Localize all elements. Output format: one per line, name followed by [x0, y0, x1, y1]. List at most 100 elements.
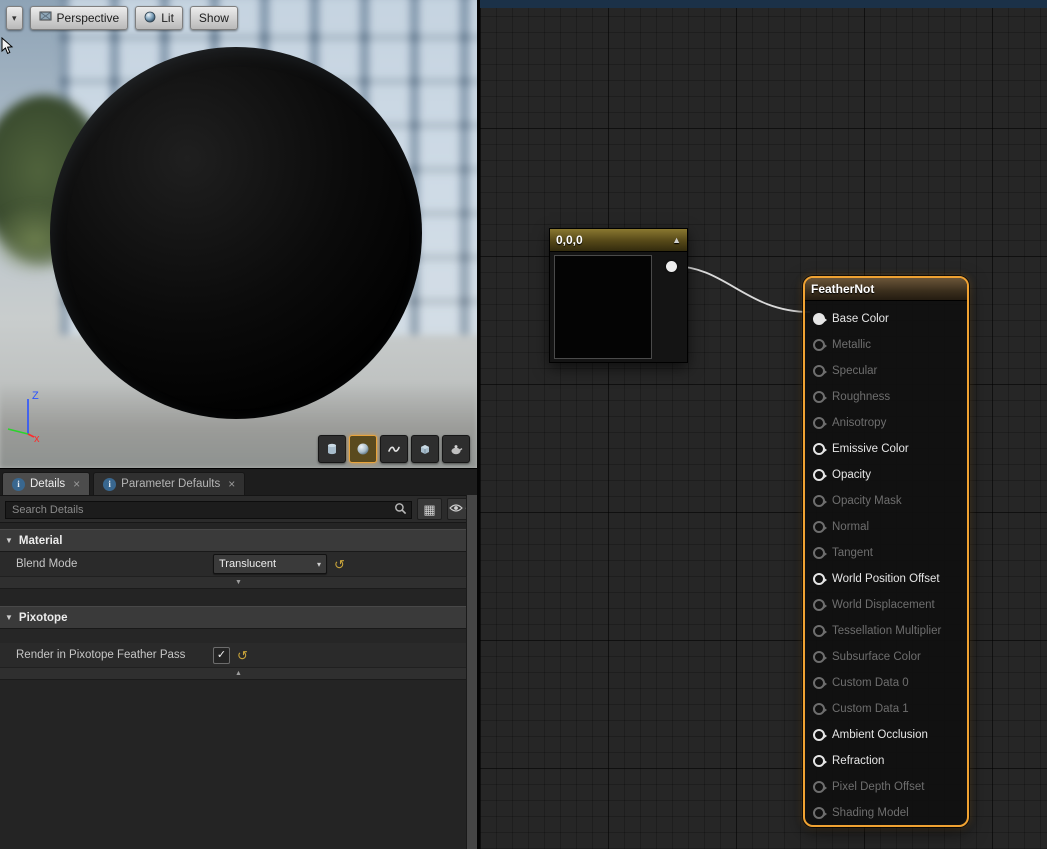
pin-label: Metallic [832, 339, 871, 351]
expander-up-icon: ▲ [235, 670, 242, 677]
preview-mesh-sphere-button[interactable] [349, 435, 377, 463]
search-details-input[interactable] [5, 501, 412, 519]
tab-details-label: Details [30, 478, 65, 490]
axis-gizmo: Z x [4, 387, 56, 448]
material-pin-base-color[interactable]: Base Color [813, 306, 967, 332]
output-node-pins: Base Color Metallic Specular Roughness Aniso… [805, 301, 967, 826]
material-pin-subsurface-color[interactable]: Subsurface Color [813, 644, 967, 670]
feather-pass-checkbox[interactable]: ✓ [213, 647, 230, 664]
preview-mesh-cylinder-button[interactable] [318, 435, 346, 463]
info-icon: i [103, 478, 116, 491]
section-header-pixotope[interactable]: ▼ Pixotope [0, 606, 477, 629]
material-pin-world-position-offset[interactable]: World Position Offset [813, 566, 967, 592]
feather-pass-label: Render in Pixotope Feather Pass [0, 649, 213, 661]
collapse-node-icon[interactable]: ▲ [672, 235, 681, 245]
output-node-header[interactable]: FeatherNot [805, 278, 967, 301]
material-output-node[interactable]: FeatherNot Base Color Metallic Specular Rou… [803, 276, 969, 827]
constant-output-pin[interactable] [666, 261, 677, 272]
pin-icon[interactable] [813, 703, 825, 715]
constant-node-header[interactable]: 0,0,0 ▲ [550, 229, 687, 252]
material-pin-tangent[interactable]: Tangent [813, 540, 967, 566]
material-pin-specular[interactable]: Specular [813, 358, 967, 384]
pin-icon[interactable] [813, 599, 825, 611]
reset-to-default-icon[interactable]: ↺ [334, 558, 345, 571]
perspective-icon [39, 11, 52, 25]
perspective-button[interactable]: Perspective [30, 6, 129, 30]
section-header-material[interactable]: ▼ Material [0, 529, 477, 552]
pin-icon[interactable] [813, 495, 825, 507]
pin-label: Roughness [832, 391, 890, 403]
property-matrix-button[interactable]: ▦ [417, 498, 442, 520]
pin-icon[interactable] [813, 781, 825, 793]
pin-icon[interactable] [813, 677, 825, 689]
pin-icon[interactable] [813, 469, 825, 481]
constant-node-title: 0,0,0 [556, 233, 583, 247]
pixotope-section-label: Pixotope [19, 612, 68, 624]
material-pin-tessellation-multiplier[interactable]: Tessellation Multiplier [813, 618, 967, 644]
advanced-expander[interactable]: ▼ [0, 577, 477, 589]
pin-icon[interactable] [813, 391, 825, 403]
viewport-panel[interactable]: ▾ Perspective Lit Show [0, 0, 477, 468]
spacer-row [0, 629, 477, 643]
constant-color-node[interactable]: 0,0,0 ▲ [549, 228, 688, 363]
pin-label: Emissive Color [832, 443, 909, 455]
blend-mode-label: Blend Mode [0, 558, 213, 570]
preview-mesh-teapot-button[interactable] [442, 435, 470, 463]
pin-label: Tangent [832, 547, 873, 559]
pin-label: World Displacement [832, 599, 935, 611]
pin-icon[interactable] [813, 729, 825, 741]
pin-icon[interactable] [813, 365, 825, 377]
material-pin-opacity[interactable]: Opacity [813, 462, 967, 488]
close-icon[interactable]: × [228, 478, 235, 490]
details-scrollbar[interactable] [466, 495, 477, 849]
pin-icon[interactable] [813, 547, 825, 559]
expand-triangle-icon: ▼ [5, 536, 13, 545]
pin-icon[interactable] [813, 625, 825, 637]
material-pin-roughness[interactable]: Roughness [813, 384, 967, 410]
material-pin-metallic[interactable]: Metallic [813, 332, 967, 358]
pin-icon[interactable] [813, 417, 825, 429]
material-pin-normal[interactable]: Normal [813, 514, 967, 540]
material-preview-sphere[interactable] [50, 47, 422, 419]
pin-label: Shading Model [832, 807, 909, 819]
close-icon[interactable]: × [73, 478, 80, 490]
pin-label: Pixel Depth Offset [832, 781, 924, 793]
pin-icon[interactable] [813, 755, 825, 767]
show-menu-button[interactable]: Show [190, 6, 238, 30]
material-pin-custom-data-1[interactable]: Custom Data 1 [813, 696, 967, 722]
pin-label: Custom Data 1 [832, 703, 909, 715]
color-swatch[interactable] [554, 255, 652, 359]
expander-down-icon: ▼ [235, 579, 242, 586]
preview-mesh-plane-button[interactable] [380, 435, 408, 463]
material-pin-anisotropy[interactable]: Anisotropy [813, 410, 967, 436]
pin-icon[interactable] [813, 651, 825, 663]
viewport-toolbar: ▾ Perspective Lit Show [6, 6, 238, 30]
lit-mode-button[interactable]: Lit [135, 6, 183, 30]
reset-to-default-icon[interactable]: ↺ [237, 649, 248, 662]
material-graph-panel[interactable]: 0,0,0 ▲ FeatherNot Base Color Metallic Spe… [480, 0, 1047, 849]
pin-icon[interactable] [813, 573, 825, 585]
pin-label: World Position Offset [832, 573, 940, 585]
pin-icon[interactable] [813, 443, 825, 455]
material-pin-emissive-color[interactable]: Emissive Color [813, 436, 967, 462]
pin-icon[interactable] [813, 807, 825, 819]
material-pin-world-displacement[interactable]: World Displacement [813, 592, 967, 618]
material-pin-pixel-depth-offset[interactable]: Pixel Depth Offset [813, 774, 967, 800]
show-button-label: Show [199, 11, 229, 25]
preview-mesh-cube-button[interactable] [411, 435, 439, 463]
advanced-expander[interactable]: ▲ [0, 668, 477, 680]
viewport-options-button[interactable]: ▾ [6, 6, 23, 30]
blend-mode-dropdown[interactable]: Translucent ▾ [213, 554, 327, 574]
pin-icon[interactable] [813, 313, 825, 325]
material-pin-custom-data-0[interactable]: Custom Data 0 [813, 670, 967, 696]
material-pin-ambient-occlusion[interactable]: Ambient Occlusion [813, 722, 967, 748]
lit-button-label: Lit [161, 11, 174, 25]
grid-icon: ▦ [423, 503, 435, 516]
material-pin-refraction[interactable]: Refraction [813, 748, 967, 774]
tab-details[interactable]: i Details × [2, 472, 90, 495]
material-pin-shading-model[interactable]: Shading Model [813, 800, 967, 826]
material-pin-opacity-mask[interactable]: Opacity Mask [813, 488, 967, 514]
pin-icon[interactable] [813, 339, 825, 351]
pin-icon[interactable] [813, 521, 825, 533]
tab-parameter-defaults[interactable]: i Parameter Defaults × [93, 472, 245, 495]
